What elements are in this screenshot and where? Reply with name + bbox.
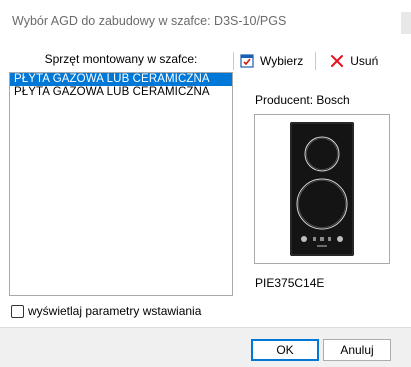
delete-icon: [331, 55, 344, 67]
producer-label: Producent: Bosch: [255, 93, 350, 107]
appliance-preview: [254, 114, 390, 264]
select-button-label: Wybierz: [260, 54, 304, 68]
toolbar: Wybierz Usuń: [233, 48, 411, 74]
delete-button-label: Usuń: [350, 54, 379, 68]
window-close-button[interactable]: [401, 12, 411, 34]
ok-button[interactable]: OK: [251, 339, 319, 361]
model-label: PIE375C14E: [255, 276, 325, 290]
list-item[interactable]: PŁYTA GAZOWA LUB CERAMICZNA: [10, 86, 232, 99]
window-title: Wybór AGD do zabudowy w szafce: D3S-10/P…: [12, 14, 287, 28]
show-insert-params-label: wyświetlaj parametry wstawiania: [28, 304, 202, 318]
show-insert-params-checkbox[interactable]: [11, 304, 24, 318]
toolbar-separator: [315, 52, 317, 70]
equipment-header: Sprzęt montowany w szafce:: [44, 52, 198, 66]
show-insert-params-row[interactable]: wyświetlaj parametry wstawiania: [9, 297, 233, 325]
select-button[interactable]: Wybierz: [234, 50, 309, 72]
delete-button[interactable]: Usuń: [324, 50, 384, 72]
cancel-button[interactable]: Anuluj: [323, 339, 391, 361]
cooktop-image: [290, 122, 354, 256]
title-bar: Wybór AGD do zabudowy w szafce: D3S-10/P…: [0, 0, 411, 44]
list-item[interactable]: PŁYTA GAZOWA LUB CERAMICZNA: [10, 73, 232, 86]
select-icon: [240, 54, 254, 68]
equipment-list[interactable]: PŁYTA GAZOWA LUB CERAMICZNA PŁYTA GAZOWA…: [9, 72, 233, 296]
equipment-panel: Sprzęt montowany w szafce: PŁYTA GAZOWA …: [9, 48, 233, 320]
